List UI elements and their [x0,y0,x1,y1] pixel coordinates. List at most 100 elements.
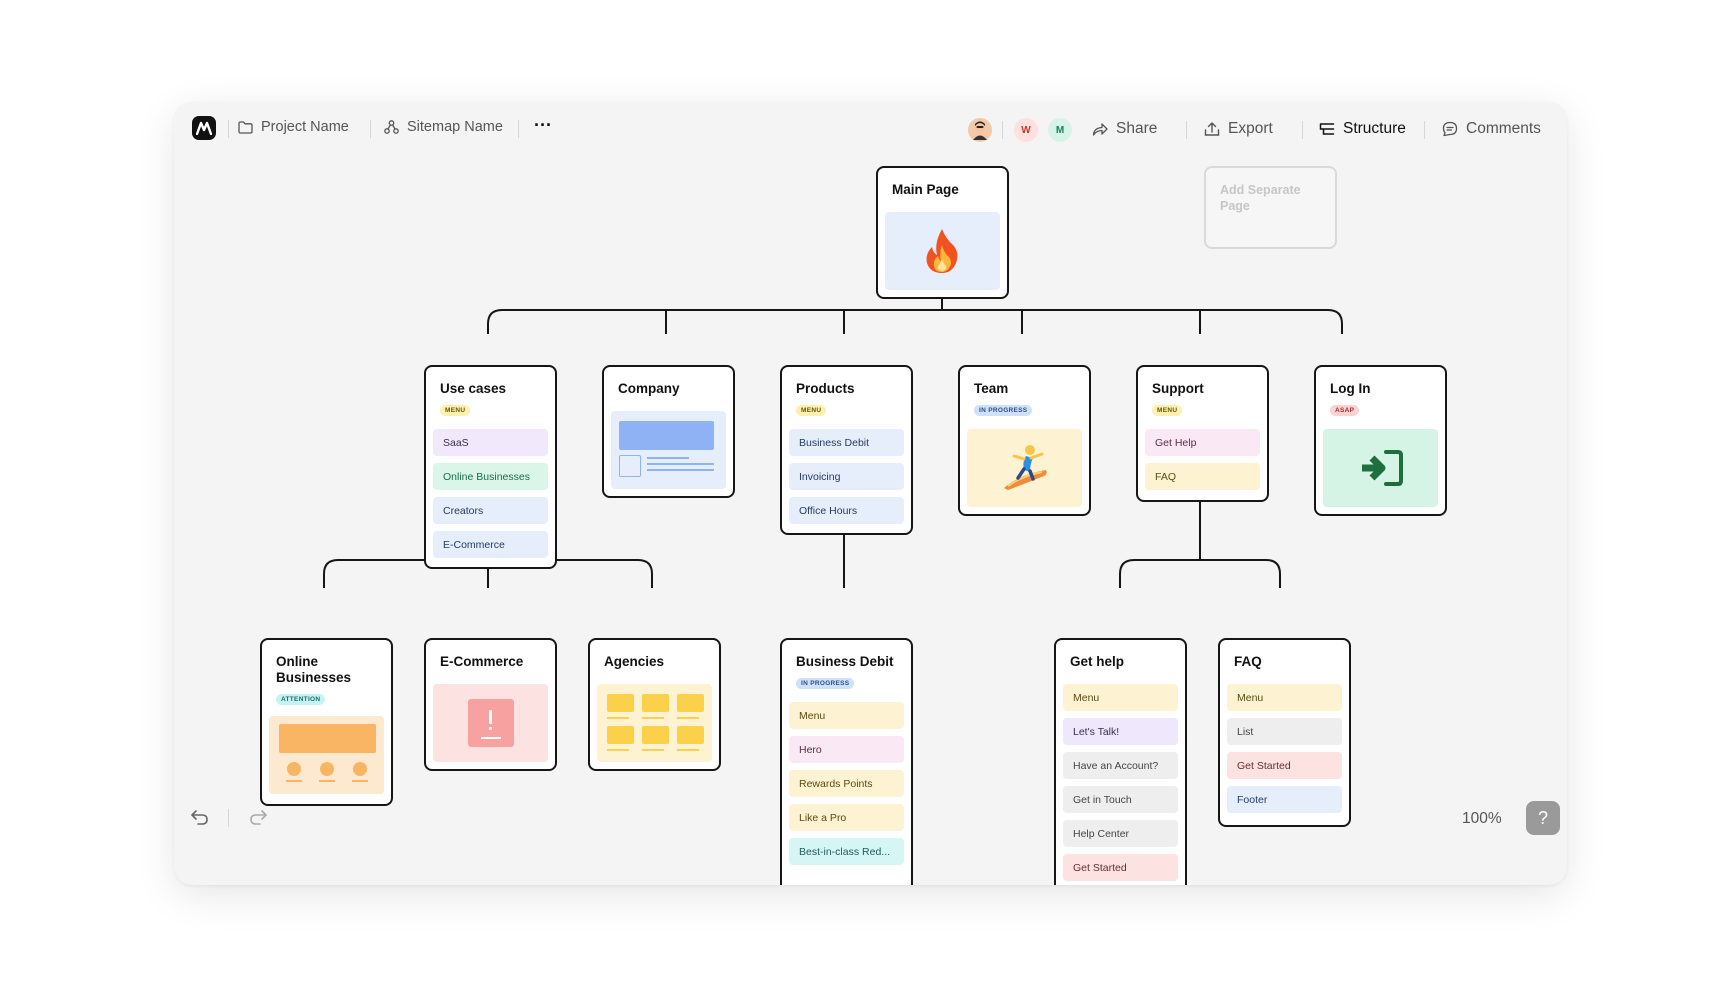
help-button[interactable]: ? [1526,801,1560,835]
divider [1424,121,1425,139]
node-title: Get help [1070,654,1125,669]
list-item[interactable]: Menu [789,702,904,729]
app-window: Project Name Sitemap Name ··· W M Share … [174,102,1567,885]
list-item[interactable]: Hero [789,736,904,763]
status-badge: MENU [440,405,471,416]
top-toolbar: Project Name Sitemap Name ··· W M Share … [174,102,1567,158]
divider [1186,121,1187,139]
grid-tile [642,726,669,744]
node-title: Products [796,381,855,396]
node-faq[interactable]: FAQ Menu List Get Started Footer [1218,638,1351,827]
more-options-button[interactable]: ··· [534,115,552,136]
text-line [319,780,335,782]
status-badge: MENU [796,405,827,416]
list-item[interactable]: Menu [1063,684,1178,711]
agencies-preview [597,684,712,762]
status-badge: IN PROGRESS [796,678,855,689]
add-separate-page-label: Add Separate Page [1220,183,1301,213]
node-business-debit[interactable]: Business Debit IN PROGRESS Menu Hero Rew… [780,638,913,885]
grid-tile [642,694,669,712]
structure-label: Structure [1343,120,1406,137]
list-item[interactable]: Get Started [1227,752,1342,779]
hero-block [619,421,714,450]
node-main-page[interactable]: Main Page [876,166,1009,299]
node-get-help[interactable]: Get help Menu Let's Talk! Have an Accoun… [1054,638,1187,885]
node-e-commerce[interactable]: E-Commerce [424,638,557,771]
company-page-preview [611,411,726,489]
list-item[interactable]: FAQ [1145,463,1260,490]
divider [1002,121,1003,139]
undo-button[interactable] [190,808,210,830]
folder-icon [238,120,253,134]
login-arrow-icon [1362,450,1403,486]
node-title: Company [618,381,680,396]
node-agencies[interactable]: Agencies [588,638,721,771]
grid-tile [607,694,634,712]
list-item[interactable]: Rewards Points [789,770,904,797]
list-item[interactable]: SaaS [433,429,548,456]
list-item[interactable]: Menu [1227,684,1342,711]
export-button[interactable]: Export [1204,120,1273,138]
node-use-cases[interactable]: Use cases MENU SaaS Online Businesses Cr… [424,365,557,569]
alert-icon [468,699,514,747]
sitemap-name-label: Sitemap Name [407,119,503,135]
sitemap-icon [384,120,399,134]
text-line [286,780,302,782]
list-item[interactable]: Business Debit [789,429,904,456]
node-log-in[interactable]: Log In ASAP [1314,365,1447,516]
undo-icon [191,810,208,825]
app-logo-icon[interactable] [192,116,216,140]
main-page-preview [885,212,1000,290]
project-name-button[interactable]: Project Name [238,119,349,135]
project-name-label: Project Name [261,119,349,135]
dot [320,762,334,776]
divider [370,120,371,138]
list-item[interactable]: Let's Talk! [1063,718,1178,745]
node-title: Support [1152,381,1204,396]
text-line [677,717,699,719]
dot [353,762,367,776]
divider [228,809,229,827]
list-item[interactable]: Footer [1227,786,1342,813]
structure-button[interactable]: Structure [1319,120,1406,138]
list-item[interactable]: Help Center [1063,820,1178,847]
status-badge: ATTENTION [276,694,326,705]
list-item[interactable]: Get in Touch [1063,786,1178,813]
grid-tile [677,726,704,744]
avatar-user[interactable] [968,118,992,142]
status-badge: IN PROGRESS [974,405,1033,416]
dot [287,762,301,776]
list-item[interactable]: Have an Account? [1063,752,1178,779]
node-products[interactable]: Products MENU Business Debit Invoicing O… [780,365,913,535]
zoom-level[interactable]: 100% [1462,810,1502,828]
structure-icon [1319,123,1335,135]
redo-button[interactable] [248,808,268,830]
node-title: Online Businesses [276,654,352,685]
list-item[interactable]: Office Hours [789,497,904,524]
list-item[interactable]: Online Businesses [433,463,548,490]
list-item[interactable]: E-Commerce [433,531,548,558]
node-online-businesses[interactable]: Online Businesses ATTENTION [260,638,393,806]
sitemap-canvas[interactable]: Main Page Add Separate Page Use cases ME… [174,158,1567,885]
sitemap-name-button[interactable]: Sitemap Name [384,119,503,135]
fire-icon [926,229,958,273]
node-title: Agencies [604,654,665,669]
avatar-m[interactable]: M [1048,118,1072,142]
share-button[interactable]: Share [1092,120,1157,138]
node-team[interactable]: Team IN PROGRESS [958,365,1091,516]
list-item[interactable]: Creators [433,497,548,524]
node-company[interactable]: Company [602,365,735,498]
status-badge: MENU [1152,405,1183,416]
list-item[interactable]: Get Started [1063,854,1178,881]
list-item[interactable]: Best-in-class Red... [789,838,904,865]
comments-button[interactable]: Comments [1442,120,1541,138]
avatar-w[interactable]: W [1014,118,1038,142]
grid-tile [607,726,634,744]
comment-icon [1442,121,1458,137]
add-separate-page-button[interactable]: Add Separate Page [1204,166,1337,249]
list-item[interactable]: Get Help [1145,429,1260,456]
list-item[interactable]: List [1227,718,1342,745]
list-item[interactable]: Invoicing [789,463,904,490]
list-item[interactable]: Like a Pro [789,804,904,831]
node-support[interactable]: Support MENU Get Help FAQ [1136,365,1269,502]
